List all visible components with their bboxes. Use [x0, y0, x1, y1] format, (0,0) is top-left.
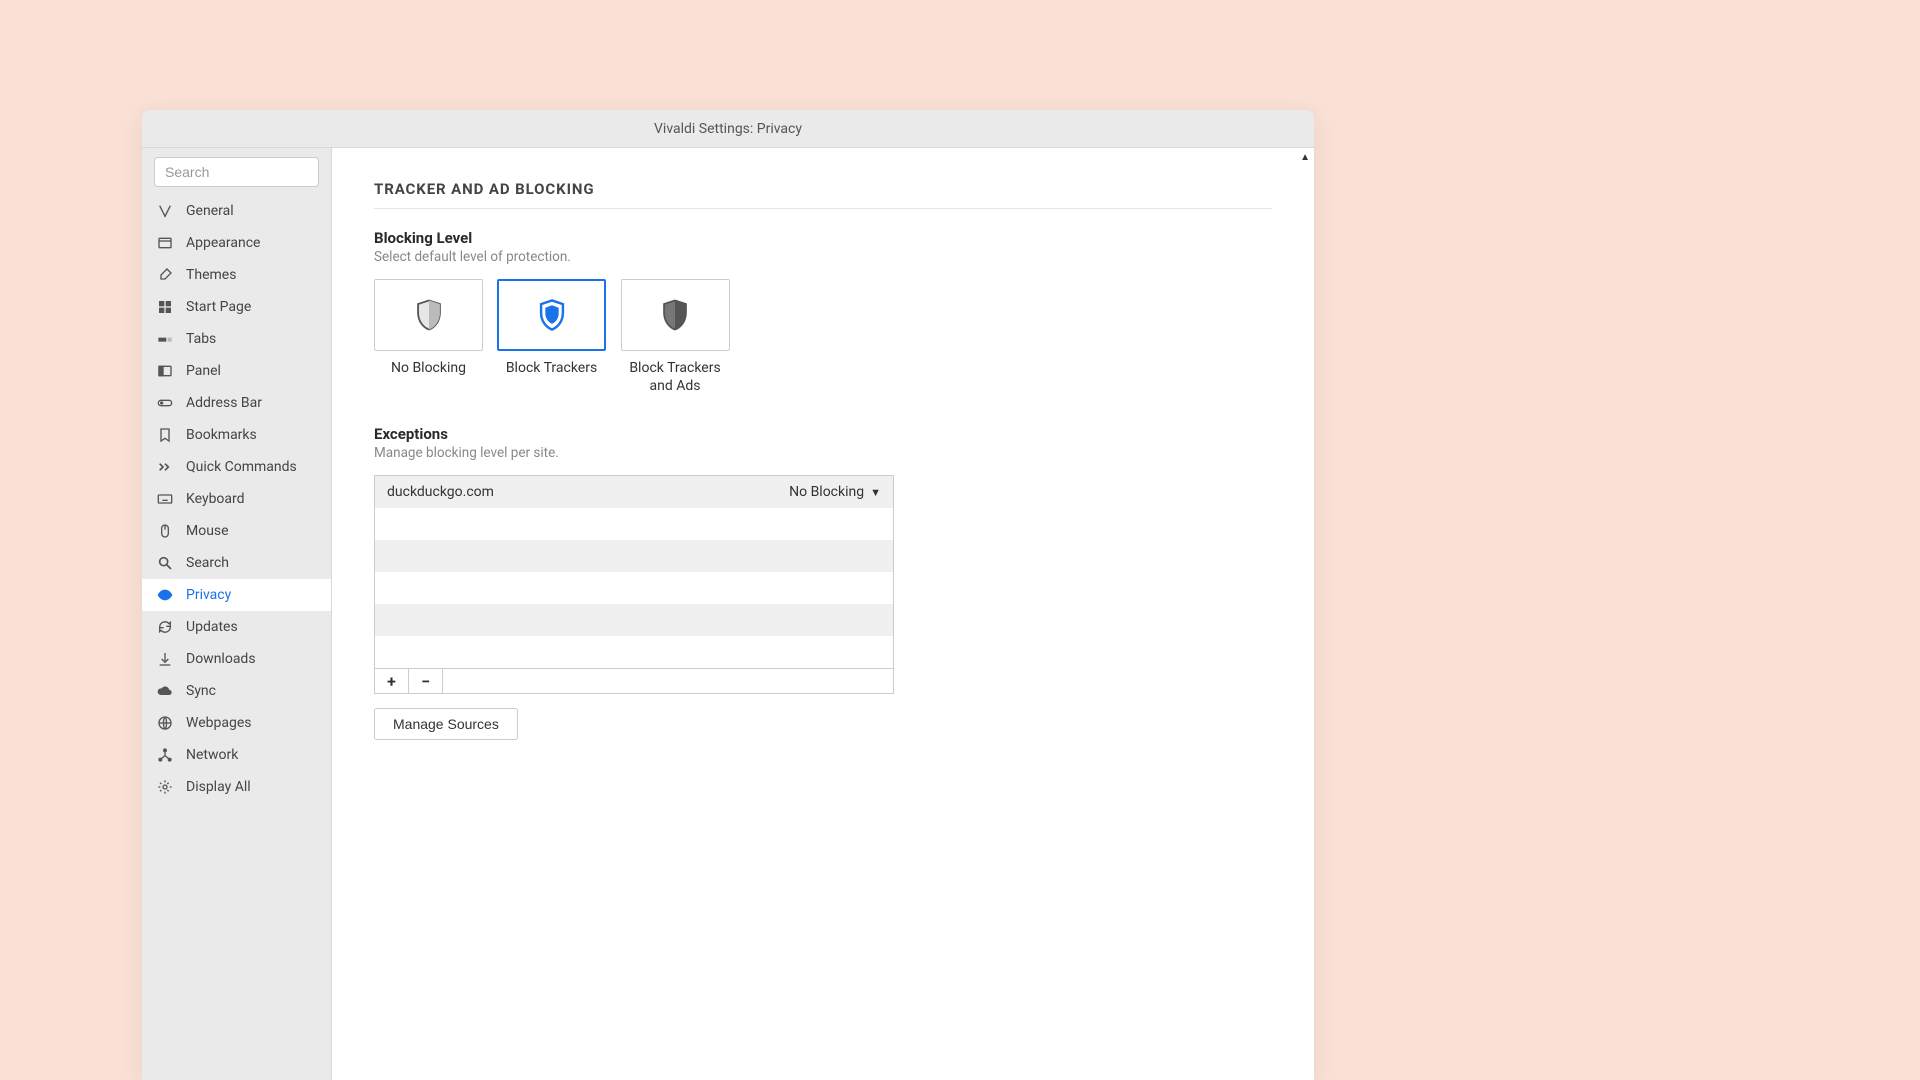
section-title: TRACKER AND AD BLOCKING — [374, 180, 1272, 209]
shield-icon — [621, 279, 730, 351]
sidebar-item-label: Sync — [186, 683, 216, 699]
blocking-option-no-blocking[interactable]: No Blocking — [374, 279, 483, 395]
sidebar-item-privacy[interactable]: Privacy — [142, 579, 331, 611]
sidebar-item-start-page[interactable]: Start Page — [142, 291, 331, 323]
sidebar-item-label: Address Bar — [186, 395, 262, 411]
grid-icon — [156, 298, 174, 316]
keyboard-icon — [156, 490, 174, 508]
sidebar-item-label: Privacy — [186, 587, 231, 603]
exception-row[interactable]: duckduckgo.com No Blocking▼ — [375, 476, 893, 508]
blocking-level-options: No Blocking Block Trackers Block Trackers … — [374, 279, 1272, 395]
settings-sidebar: General Appearance Themes Start Page Tabs Pan… — [142, 148, 332, 1080]
sidebar-item-label: General — [186, 203, 234, 219]
sidebar-item-label: Updates — [186, 619, 238, 635]
sidebar-item-search[interactable]: Search — [142, 547, 331, 579]
exceptions-toolbar: + − — [375, 668, 893, 693]
sidebar-item-themes[interactable]: Themes — [142, 259, 331, 291]
vivaldi-icon — [156, 202, 174, 220]
blocking-option-block-trackers-and-ads[interactable]: Block Trackers and Ads — [620, 279, 730, 395]
shield-icon — [374, 279, 483, 351]
sidebar-item-label: Quick Commands — [186, 459, 297, 475]
exception-row[interactable] — [375, 508, 893, 540]
sidebar-item-sync[interactable]: Sync — [142, 675, 331, 707]
settings-window: Vivaldi Settings: Privacy General Appeara… — [142, 110, 1314, 1080]
eye-icon — [156, 586, 174, 604]
remove-exception-button[interactable]: − — [409, 669, 443, 693]
cloud-icon — [156, 682, 174, 700]
sidebar-item-label: Keyboard — [186, 491, 245, 507]
search-icon — [156, 554, 174, 572]
option-label: No Blocking — [391, 359, 466, 377]
sidebar-item-display-all[interactable]: Display All — [142, 771, 331, 803]
download-icon — [156, 650, 174, 668]
sidebar-item-mouse[interactable]: Mouse — [142, 515, 331, 547]
panel-icon — [156, 362, 174, 380]
sidebar-item-general[interactable]: General — [142, 195, 331, 227]
window-icon — [156, 234, 174, 252]
sidebar-item-label: Webpages — [186, 715, 251, 731]
sidebar-item-label: Bookmarks — [186, 427, 257, 443]
settings-content: ▲ TRACKER AND AD BLOCKING Blocking Level… — [332, 148, 1314, 1080]
sidebar-item-updates[interactable]: Updates — [142, 611, 331, 643]
sidebar-item-downloads[interactable]: Downloads — [142, 643, 331, 675]
sidebar-item-label: Search — [186, 555, 229, 571]
brush-icon — [156, 266, 174, 284]
sidebar-item-webpages[interactable]: Webpages — [142, 707, 331, 739]
exception-row[interactable] — [375, 540, 893, 572]
tabs-icon — [156, 330, 174, 348]
window-body: General Appearance Themes Start Page Tabs Pan… — [142, 148, 1314, 1080]
sidebar-item-label: Themes — [186, 267, 236, 283]
blocking-option-block-trackers[interactable]: Block Trackers — [497, 279, 606, 395]
sidebar-item-keyboard[interactable]: Keyboard — [142, 483, 331, 515]
sidebar-item-tabs[interactable]: Tabs — [142, 323, 331, 355]
network-icon — [156, 746, 174, 764]
sidebar-item-panel[interactable]: Panel — [142, 355, 331, 387]
search-input[interactable] — [154, 157, 319, 187]
exceptions-list: duckduckgo.com No Blocking▼ + − — [374, 475, 894, 694]
addressbar-icon — [156, 394, 174, 412]
chevron-down-icon: ▼ — [870, 486, 881, 499]
sidebar-item-label: Start Page — [186, 299, 251, 315]
option-label: Block Trackers and Ads — [620, 359, 730, 395]
globe-icon — [156, 714, 174, 732]
exception-level-select[interactable]: No Blocking▼ — [789, 484, 881, 500]
sidebar-item-appearance[interactable]: Appearance — [142, 227, 331, 259]
sidebar-item-label: Downloads — [186, 651, 256, 667]
sidebar-item-label: Appearance — [186, 235, 260, 251]
sidebar-item-bookmarks[interactable]: Bookmarks — [142, 419, 331, 451]
exceptions-title: Exceptions — [374, 425, 1272, 443]
sidebar-item-quick-commands[interactable]: Quick Commands — [142, 451, 331, 483]
exception-row[interactable] — [375, 572, 893, 604]
manage-sources-button[interactable]: Manage Sources — [374, 708, 518, 740]
bookmark-icon — [156, 426, 174, 444]
sidebar-item-label: Tabs — [186, 331, 216, 347]
refresh-icon — [156, 618, 174, 636]
blocking-level-description: Select default level of protection. — [374, 249, 1272, 265]
mouse-icon — [156, 522, 174, 540]
option-label: Block Trackers — [506, 359, 597, 377]
sidebar-item-label: Network — [186, 747, 238, 763]
exception-row[interactable] — [375, 604, 893, 636]
add-exception-button[interactable]: + — [375, 669, 409, 693]
exceptions-description: Manage blocking level per site. — [374, 445, 1272, 461]
sidebar-item-label: Mouse — [186, 523, 229, 539]
exception-row[interactable] — [375, 636, 893, 668]
scroll-up-icon[interactable]: ▲ — [1300, 152, 1310, 163]
blocking-level-title: Blocking Level — [374, 229, 1272, 247]
gear-icon — [156, 778, 174, 796]
sidebar-item-network[interactable]: Network — [142, 739, 331, 771]
sidebar-item-address-bar[interactable]: Address Bar — [142, 387, 331, 419]
chevrons-icon — [156, 458, 174, 476]
sidebar-item-label: Panel — [186, 363, 221, 379]
window-title: Vivaldi Settings: Privacy — [142, 110, 1314, 148]
sidebar-item-label: Display All — [186, 779, 251, 795]
exception-site: duckduckgo.com — [387, 484, 494, 500]
shield-icon — [497, 279, 606, 351]
